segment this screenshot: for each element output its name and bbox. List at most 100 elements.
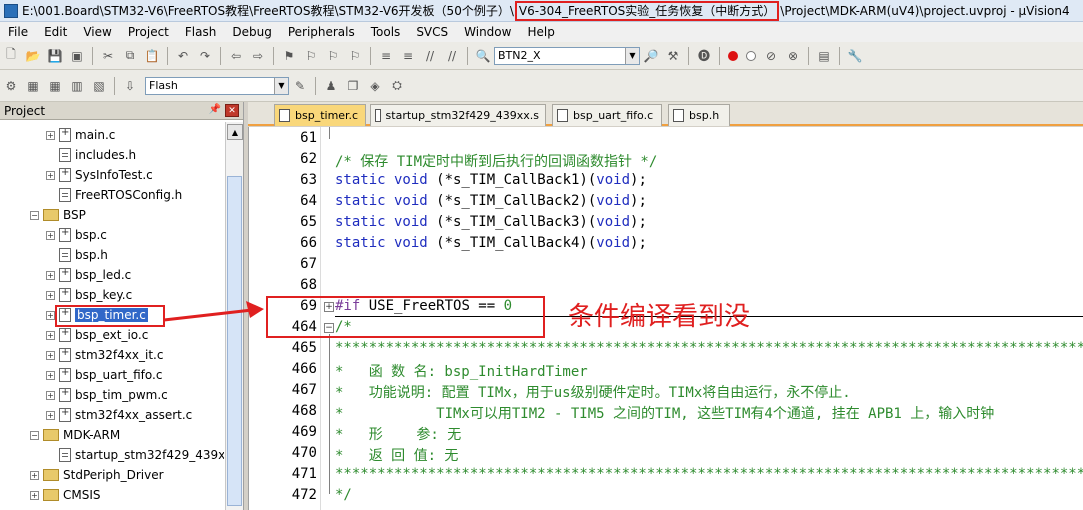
chevron-down-icon[interactable]: ▼ (274, 77, 288, 94)
find-combo[interactable]: BTN2_X ▼ (494, 46, 640, 65)
copy-icon[interactable]: ⧉ (121, 47, 139, 65)
outdent-icon[interactable]: ≡ (399, 47, 417, 65)
collapse-icon[interactable]: − (30, 430, 39, 440)
tree-item[interactable]: bsp.h (59, 245, 108, 265)
menu-view[interactable]: View (75, 25, 119, 39)
bookmark-icon[interactable]: ⚑ (280, 47, 298, 65)
menu-peripherals[interactable]: Peripherals (280, 25, 363, 39)
bookmark-prev-icon[interactable]: ⚐ (302, 47, 320, 65)
expand-icon[interactable]: + (46, 370, 55, 380)
expand-icon[interactable]: + (46, 170, 55, 180)
tree-item[interactable]: FreeRTOSConfig.h (59, 185, 182, 205)
file-extensions-icon[interactable]: ❐ (344, 77, 362, 95)
tree-item[interactable]: + stm32f4xx_assert.c (46, 405, 192, 425)
expand-icon[interactable]: + (30, 490, 39, 500)
scroll-thumb[interactable] (227, 176, 242, 506)
insert-breakpoint-icon[interactable] (728, 50, 738, 61)
enable-breakpoint-icon[interactable] (746, 50, 756, 61)
menu-help[interactable]: Help (519, 25, 562, 39)
target-combo[interactable]: Flash ▼ (145, 76, 289, 95)
nav-back-icon[interactable]: ⇦ (227, 47, 245, 65)
menu-window[interactable]: Window (456, 25, 519, 39)
tab-bsp-h[interactable]: bsp.h (668, 104, 730, 126)
close-icon[interactable]: ✕ (225, 104, 239, 117)
tree-item[interactable]: + bsp_key.c (46, 285, 132, 305)
cut-icon[interactable]: ✂ (99, 47, 117, 65)
rebuild-icon[interactable]: ▦ (46, 77, 64, 95)
tree-group[interactable]: − MDK-ARM (30, 425, 120, 445)
tab-startup-s[interactable]: startup_stm32f429_439xx.s (370, 104, 546, 126)
tree-item[interactable]: + SysInfoTest.c (46, 165, 153, 185)
stop-build-icon[interactable]: ▧ (90, 77, 108, 95)
menu-tools[interactable]: Tools (363, 25, 409, 39)
bookmark-clear-icon[interactable]: ⚐ (346, 47, 364, 65)
configure-icon[interactable]: 🔧 (846, 47, 864, 65)
line-number: 470 (291, 445, 317, 461)
tree-item[interactable]: + bsp.c (46, 225, 107, 245)
nav-forward-icon[interactable]: ⇨ (249, 47, 267, 65)
build-icon[interactable]: ▦ (24, 77, 42, 95)
menu-file[interactable]: File (0, 25, 36, 39)
redo-icon[interactable]: ↷ (196, 47, 214, 65)
select-packs-icon[interactable]: ◈ (366, 77, 384, 95)
expand-icon[interactable]: + (30, 470, 39, 480)
tree-group[interactable]: + StdPeriph_Driver (30, 465, 164, 485)
undo-icon[interactable]: ↶ (174, 47, 192, 65)
collapse-icon[interactable]: − (30, 210, 39, 220)
tree-item[interactable]: includes.h (59, 145, 136, 165)
pin-icon[interactable]: 📌 (209, 104, 221, 115)
tab-bsp-uart-fifo-c[interactable]: bsp_uart_fifo.c (552, 104, 662, 126)
tree-group[interactable]: + CMSIS (30, 485, 101, 505)
incremental-find-icon[interactable]: ⚒ (664, 47, 682, 65)
window-layout-icon[interactable]: ▤ (815, 47, 833, 65)
uncomment-icon[interactable]: // (443, 47, 461, 65)
find-icon[interactable]: 🔎 (642, 47, 660, 65)
tab-bsp-timer-c[interactable]: bsp_timer.c (274, 104, 366, 126)
tree-item[interactable]: startup_stm32f429_439x (59, 445, 224, 465)
translate-icon[interactable]: ⚙ (2, 77, 20, 95)
line-number: 66 (300, 235, 317, 251)
expand-icon[interactable]: + (46, 130, 55, 140)
batch-build-icon[interactable]: ▥ (68, 77, 86, 95)
new-file-icon[interactable]: 🗋 (2, 47, 20, 65)
chevron-down-icon[interactable]: ▼ (625, 47, 639, 64)
menu-debug[interactable]: Debug (224, 25, 279, 39)
kill-breakpoints-icon[interactable]: ⊗ (784, 47, 802, 65)
menu-project[interactable]: Project (120, 25, 177, 39)
save-all-icon[interactable]: ▣ (68, 47, 86, 65)
tree-item[interactable]: + bsp_tim_pwm.c (46, 385, 168, 405)
tree-item[interactable]: + bsp_uart_fifo.c (46, 365, 162, 385)
comment-icon[interactable]: // (421, 47, 439, 65)
expand-icon[interactable]: + (46, 270, 55, 280)
expand-icon[interactable]: + (46, 350, 55, 360)
pack-installer-icon[interactable]: ⛭ (388, 77, 406, 95)
manage-components-icon[interactable]: ♟ (322, 77, 340, 95)
tree-item[interactable]: + stm32f4xx_it.c (46, 345, 163, 365)
expand-icon[interactable]: + (46, 330, 55, 340)
download-icon[interactable]: ⇩ (121, 77, 139, 95)
expand-icon[interactable]: + (46, 390, 55, 400)
expand-icon[interactable]: + (46, 310, 55, 320)
line-number: 61 (300, 130, 317, 146)
indent-icon[interactable]: ≡ (377, 47, 395, 65)
disable-breakpoints-icon[interactable]: ⊘ (762, 47, 780, 65)
menu-flash[interactable]: Flash (177, 25, 224, 39)
tree-item[interactable]: + bsp_led.c (46, 265, 131, 285)
menu-svcs[interactable]: SVCS (408, 25, 456, 39)
expand-icon[interactable]: + (46, 230, 55, 240)
menu-edit[interactable]: Edit (36, 25, 75, 39)
scroll-up-icon[interactable]: ▲ (227, 124, 243, 140)
expand-icon[interactable]: + (46, 410, 55, 420)
target-options-icon[interactable]: ✎ (291, 77, 309, 95)
find-in-files-icon[interactable]: 🔍 (474, 47, 492, 65)
tree-item[interactable]: + bsp_ext_io.c (46, 325, 148, 345)
paste-icon[interactable]: 📋 (143, 47, 161, 65)
debug-session-icon[interactable]: 🅓 (695, 47, 713, 65)
expand-icon[interactable]: + (46, 290, 55, 300)
tree-item[interactable]: + main.c (46, 125, 115, 145)
open-folder-icon[interactable]: 📂 (24, 47, 42, 65)
bookmark-next-icon[interactable]: ⚐ (324, 47, 342, 65)
save-icon[interactable]: 💾 (46, 47, 64, 65)
folder-icon (43, 209, 59, 221)
tree-group[interactable]: − BSP (30, 205, 86, 225)
